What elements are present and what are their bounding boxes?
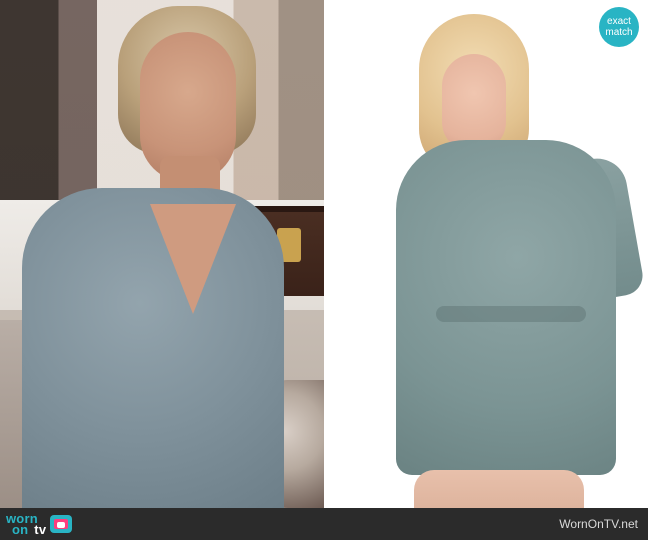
page: exact match worn on tv WornOnTV.net bbox=[0, 0, 648, 540]
photo-left-person bbox=[0, 0, 324, 508]
badge-line-2: match bbox=[605, 27, 633, 38]
brand-tv: tv bbox=[34, 522, 47, 537]
exact-match-badge: exact match bbox=[599, 7, 639, 47]
site-url[interactable]: WornOnTV.net bbox=[559, 517, 638, 531]
brand-text: worn on tv bbox=[6, 512, 47, 537]
badge-line-1: exact bbox=[607, 16, 631, 27]
romper-drawstring-waist bbox=[436, 306, 586, 322]
footer-bar: worn on tv WornOnTV.net bbox=[0, 508, 648, 540]
model-legs bbox=[414, 470, 584, 508]
tv-icon bbox=[50, 515, 73, 533]
brand-on-tv: on tv bbox=[6, 522, 47, 537]
photo-right-product bbox=[324, 0, 648, 508]
brand-on: on bbox=[12, 522, 29, 537]
denim-romper bbox=[22, 188, 284, 508]
model-face bbox=[442, 54, 506, 152]
brand-logo[interactable]: worn on tv bbox=[6, 512, 73, 537]
